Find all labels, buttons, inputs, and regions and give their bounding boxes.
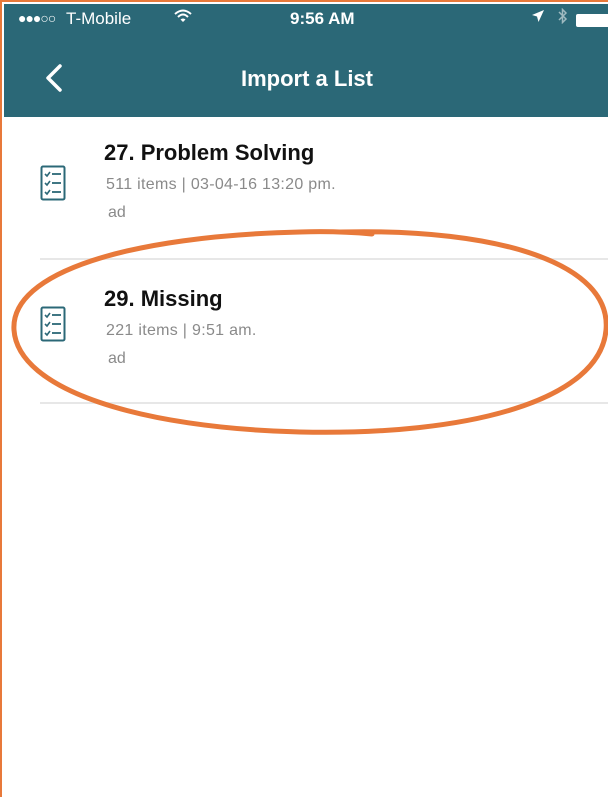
wifi-icon [174, 9, 192, 27]
location-arrow-icon [531, 9, 545, 27]
navigation-bar: Import a List [4, 36, 608, 117]
checklist-icon [40, 306, 66, 342]
screenshot-frame: ●●●○○ T-Mobile 9:56 AM Import a List 27.… [0, 0, 608, 797]
status-bar: ●●●○○ T-Mobile 9:56 AM [4, 4, 608, 36]
list-meta: 221 items | 9:51 am. [106, 322, 257, 339]
signal-strength-icon: ●●●○○ [18, 10, 56, 26]
carrier-name: T-Mobile [66, 9, 132, 28]
list-subtitle: ad [108, 350, 126, 367]
list-title: 27. Problem Solving [104, 140, 315, 165]
page-title: Import a List [240, 66, 373, 91]
battery-icon [576, 14, 608, 27]
status-time: 9:56 AM [290, 9, 355, 28]
list-title: 29. Missing [104, 286, 223, 311]
bluetooth-icon [558, 7, 568, 29]
list-item[interactable]: 27. Problem Solving 511 items | 03-04-16… [4, 118, 608, 258]
top-bar: ●●●○○ T-Mobile 9:56 AM Import a List [4, 4, 608, 117]
checklist-icon [40, 165, 66, 201]
list-subtitle: ad [108, 204, 126, 221]
list-item[interactable]: 29. Missing 221 items | 9:51 am. ad [4, 260, 608, 402]
list-meta: 511 items | 03-04-16 13:20 pm. [106, 176, 336, 193]
list-divider [40, 402, 608, 404]
